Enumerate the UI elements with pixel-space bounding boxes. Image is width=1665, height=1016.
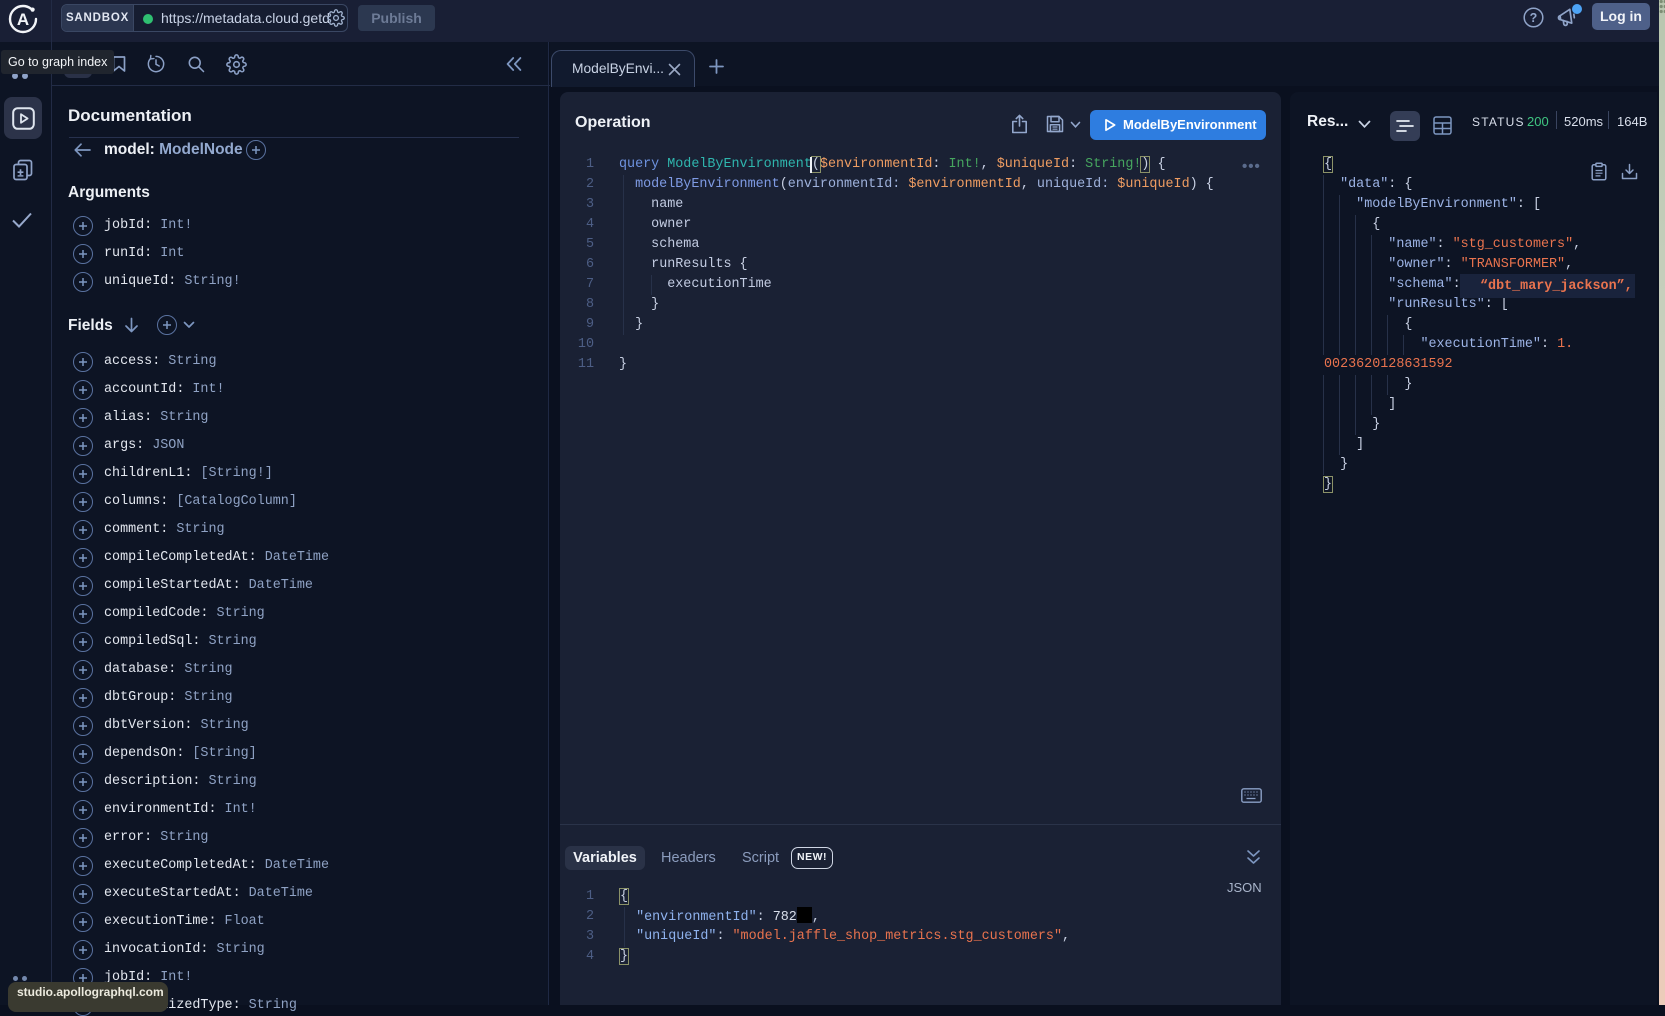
svg-text:A: A	[17, 10, 29, 29]
svg-text:?: ?	[1530, 11, 1538, 25]
